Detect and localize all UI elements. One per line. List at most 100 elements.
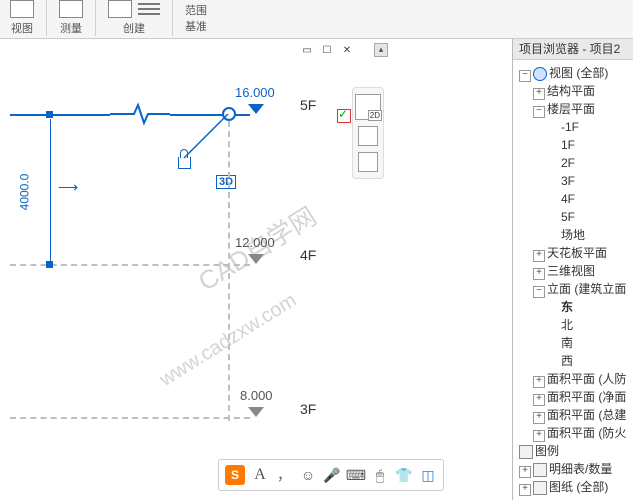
tree-twisty-icon[interactable]: + [519, 466, 531, 478]
ribbon-group-scope[interactable]: 范围 基准 [175, 0, 217, 34]
pan-icon[interactable] [358, 126, 378, 146]
tree-twisty-icon[interactable]: − [533, 106, 545, 118]
tree-node-label: 北 [561, 318, 573, 332]
nav-tool-icon[interactable] [358, 152, 378, 172]
tree-node[interactable]: −楼层平面 [515, 100, 631, 118]
level-line-5f-left[interactable] [10, 114, 110, 116]
level-name-3f[interactable]: 3F [300, 401, 316, 417]
ime-input-icon[interactable]: 🖱 [371, 466, 389, 484]
viewcube-icon[interactable]: 2D [355, 94, 381, 120]
tree-node-label: 西 [561, 354, 573, 368]
level-head-triangle-icon [248, 407, 264, 417]
drawing-canvas[interactable]: ▭ ☐ ✕ ▴ 2D CAD自学网 www.cadzxw.com 16.000 … [0, 39, 512, 500]
tree-node[interactable]: 东 [515, 298, 631, 316]
view-window-controls: ▭ ☐ ✕ [300, 43, 354, 57]
ribbon: 视图 测量 创建 范围 基准 [0, 0, 633, 39]
tree-twisty-icon[interactable]: + [519, 484, 531, 496]
tree-node[interactable]: +面积平面 (人防 [515, 370, 631, 388]
tree-node-label: 1F [561, 138, 575, 152]
tree-twisty-icon[interactable]: − [533, 286, 545, 298]
view-navigation-bar: 2D [352, 87, 384, 179]
level-elevation-5f[interactable]: 16.000 [235, 85, 275, 100]
tree-node-label: 面积平面 (总建 [547, 408, 626, 422]
tree-twisty-icon[interactable]: + [533, 412, 545, 424]
tree-node[interactable]: 2F [515, 154, 631, 172]
tree-twisty-icon[interactable]: + [533, 376, 545, 388]
tree-node[interactable]: 1F [515, 136, 631, 154]
tree-node[interactable]: −立面 (建筑立面 [515, 280, 631, 298]
tree-node[interactable]: 场地 [515, 226, 631, 244]
level-elevation-3f[interactable]: 8.000 [240, 388, 273, 403]
separator [95, 0, 96, 36]
3d-extents-tag[interactable]: 3D [216, 175, 236, 189]
folder-icon [533, 481, 547, 495]
level-name-4f[interactable]: 4F [300, 247, 316, 263]
level-line-3f[interactable] [10, 417, 250, 419]
tree-node-label: 南 [561, 336, 573, 350]
tree-twisty-icon[interactable]: + [533, 268, 545, 280]
tree-node[interactable]: 北 [515, 316, 631, 334]
tree-node[interactable]: 图例 [515, 442, 631, 460]
sogou-logo-icon[interactable]: S [225, 465, 245, 485]
level-visibility-checkbox[interactable] [337, 109, 351, 123]
dimension-value[interactable]: 4000.0 [17, 174, 31, 211]
tree-node-label: 结构平面 [547, 84, 595, 98]
tree-twisty-icon[interactable]: + [533, 394, 545, 406]
tree-node[interactable]: 3F [515, 172, 631, 190]
dimension-witness-line [50, 119, 51, 264]
ribbon-label: 创建 [123, 20, 145, 36]
level-head-triangle-icon [248, 104, 264, 114]
close-view-icon[interactable]: ✕ [340, 43, 354, 57]
tree-node[interactable]: −视图 (全部) [515, 64, 631, 82]
ribbon-group-create[interactable]: 创建 [98, 0, 170, 38]
lock-icon[interactable] [178, 157, 191, 169]
project-browser-title: 项目浏览器 - 项目2 [513, 39, 633, 60]
maximize-view-icon[interactable]: ☐ [320, 43, 334, 57]
tree-twisty-icon[interactable]: − [519, 70, 531, 82]
tree-node-label: 明细表/数量 [549, 462, 612, 476]
tree-twisty-icon[interactable]: + [533, 88, 545, 100]
ime-lang-indicator[interactable]: A [251, 466, 269, 484]
tree-node-label: 2F [561, 156, 575, 170]
tree-node-label: 面积平面 (防火 [547, 426, 626, 440]
level-grip[interactable] [46, 261, 53, 268]
tree-node[interactable]: +天花板平面 [515, 244, 631, 262]
ime-punct-icon[interactable]: ， [275, 466, 293, 484]
separator [172, 0, 173, 36]
create-icon [108, 0, 132, 18]
dimension-tick-icon: ⟶ [58, 179, 78, 196]
ime-emoji-icon[interactable]: ☺ [299, 466, 317, 484]
tree-node[interactable]: 南 [515, 334, 631, 352]
tree-node[interactable]: -1F [515, 118, 631, 136]
tree-node[interactable]: +面积平面 (净面 [515, 388, 631, 406]
tree-node[interactable]: + 明细表/数量 [515, 460, 631, 478]
ime-skin-icon[interactable]: 👕 [395, 466, 413, 484]
ribbon-group-view[interactable]: 视图 [0, 0, 44, 38]
ime-voice-icon[interactable]: 🎤 [323, 466, 341, 484]
level-name-5f[interactable]: 5F [300, 97, 316, 113]
tree-node[interactable]: +面积平面 (总建 [515, 406, 631, 424]
restore-view-icon[interactable]: ▭ [300, 43, 314, 57]
level-grip[interactable] [46, 111, 53, 118]
ribbon-label: 范围 [185, 2, 207, 18]
tree-node-label: 面积平面 (净面 [547, 390, 626, 404]
tree-node[interactable]: 5F [515, 208, 631, 226]
ime-keyboard-icon[interactable]: ⌨ [347, 466, 365, 484]
ribbon-group-measure[interactable]: 测量 [49, 0, 93, 38]
ime-toolbox-icon[interactable]: ◫ [419, 466, 437, 484]
tree-node[interactable]: +三维视图 [515, 262, 631, 280]
tree-node[interactable]: +面积平面 (防火 [515, 424, 631, 442]
tree-node[interactable]: +结构平面 [515, 82, 631, 100]
tree-node[interactable]: 4F [515, 190, 631, 208]
tree-twisty-icon[interactable]: + [533, 430, 545, 442]
tree-node[interactable]: + 图纸 (全部) [515, 478, 631, 496]
tree-node-label: 东 [561, 300, 573, 314]
level-elevation-4f[interactable]: 12.000 [235, 235, 275, 250]
scroll-up-arrow[interactable]: ▴ [374, 43, 388, 57]
view-icon [10, 0, 34, 18]
tree-twisty-icon[interactable]: + [533, 250, 545, 262]
tree-node[interactable]: 西 [515, 352, 631, 370]
tree-node-label: 图纸 (全部) [549, 480, 608, 494]
ime-toolbar: S A ， ☺ 🎤 ⌨ 🖱 👕 ◫ [218, 459, 444, 491]
project-browser-tree[interactable]: −视图 (全部)+结构平面−楼层平面-1F1F2F3F4F5F场地+天花板平面+… [513, 60, 633, 500]
